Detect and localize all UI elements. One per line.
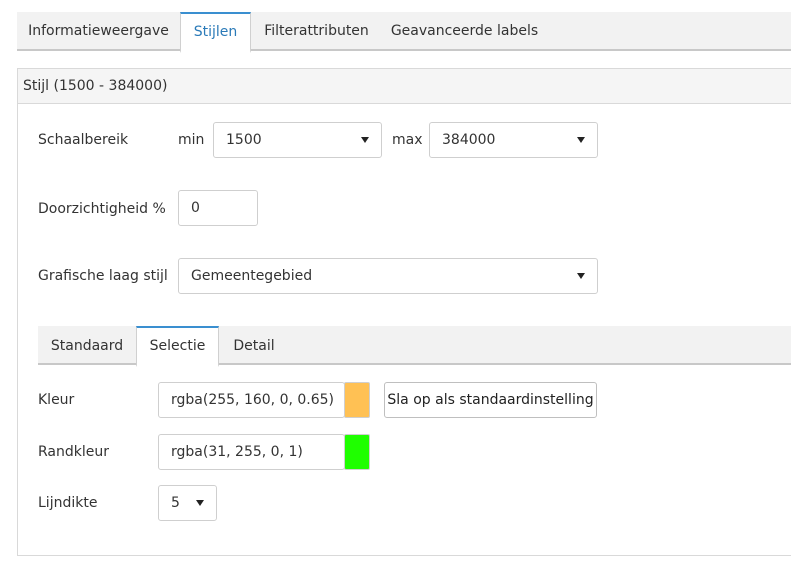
color-input[interactable]: rgba(255, 160, 0, 0.65) [158,382,345,418]
scale-min-label: min [178,132,205,148]
opacity-label: Doorzichtigheid % [38,201,166,217]
color-swatch[interactable] [344,382,370,418]
color-value: rgba(255, 160, 0, 0.65) [171,392,335,408]
chevron-down-icon [577,273,585,279]
layer-style-value: Gemeentegebied [191,268,313,284]
opacity-input[interactable]: 0 [178,190,258,226]
main-tab-bar: Informatieweergave Stijlen Filterattribu… [17,12,791,53]
tab-detail[interactable]: Detail [219,326,289,365]
save-default-button[interactable]: Sla op als standaardinstelling [384,382,597,418]
tab-selectie[interactable]: Selectie [136,326,219,367]
scale-range-label: Schaalbereik [38,132,129,148]
chevron-down-icon [196,500,204,506]
scale-min-select[interactable]: 1500 [213,122,382,158]
chevron-down-icon [361,137,369,143]
border-color-input[interactable]: rgba(31, 255, 0, 1) [158,434,345,470]
layer-style-label: Grafische laag stijl [38,268,168,284]
panel-title: Stijl (1500 - 384000) [18,69,791,104]
tab-stijlen[interactable]: Stijlen [180,12,251,53]
tab-standaard[interactable]: Standaard [38,326,136,365]
chevron-down-icon [577,137,585,143]
scale-max-label: max [392,132,423,148]
line-width-label: Lijndikte [38,495,98,511]
color-label: Kleur [38,392,75,408]
sub-tab-bar: Standaard Selectie Detail [38,326,791,367]
scale-min-value: 1500 [226,132,262,148]
opacity-value: 0 [191,200,200,216]
tab-filterattributen[interactable]: Filterattributen [251,12,382,51]
border-color-label: Randkleur [38,444,109,460]
scale-max-select[interactable]: 384000 [429,122,598,158]
scale-max-value: 384000 [442,132,496,148]
border-color-value: rgba(31, 255, 0, 1) [171,444,303,460]
tab-informatieweergave[interactable]: Informatieweergave [17,12,180,51]
layer-style-select[interactable]: Gemeentegebied [178,258,598,294]
line-width-value: 5 [171,495,180,511]
border-color-swatch[interactable] [344,434,370,470]
tab-geavanceerde-labels[interactable]: Geavanceerde labels [382,12,547,51]
line-width-select[interactable]: 5 [158,485,217,521]
